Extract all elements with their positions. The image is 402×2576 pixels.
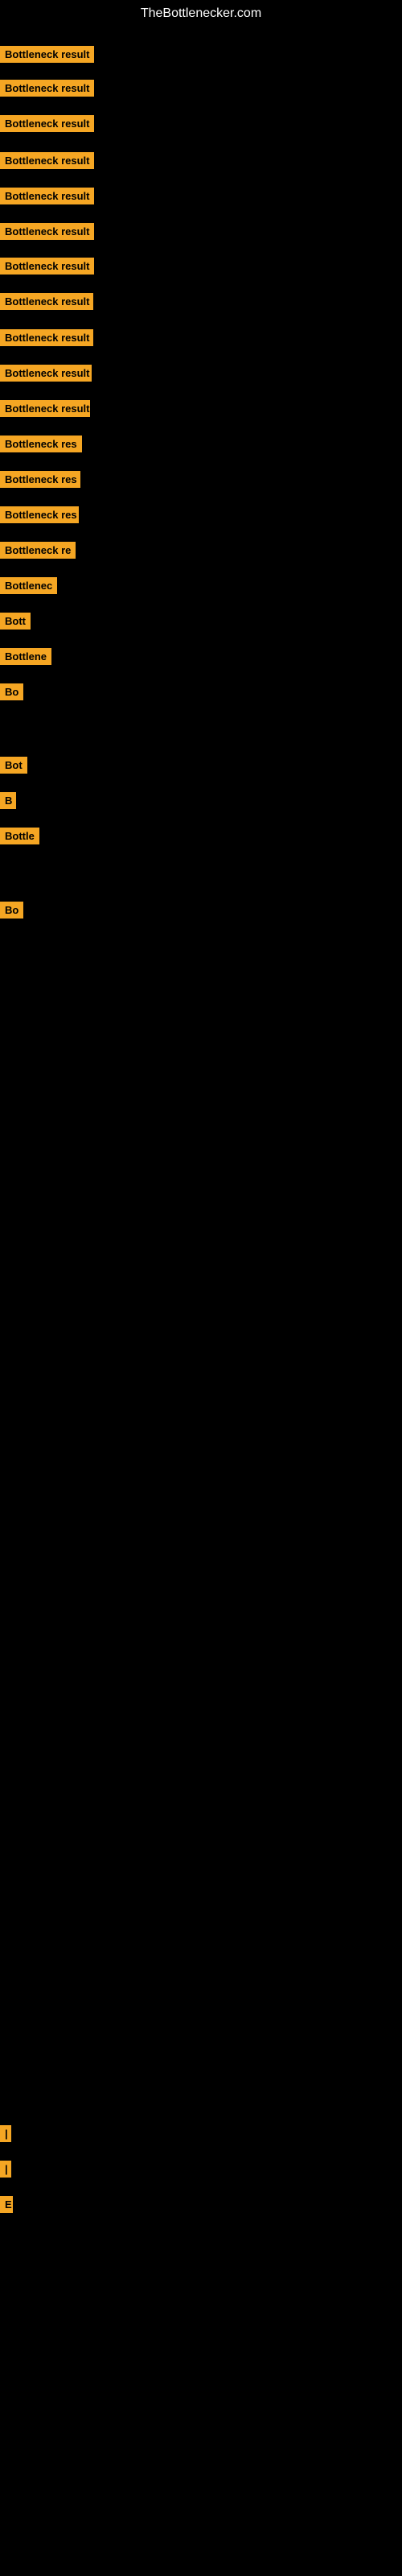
bottleneck-badge-container: Bottleneck result [0, 365, 92, 386]
bottleneck-badge-container: Bottleneck result [0, 46, 94, 67]
bottleneck-badge-container: Bottleneck result [0, 223, 94, 244]
bottleneck-result-badge[interactable]: Bottleneck result [0, 152, 94, 169]
bottleneck-result-badge[interactable]: Bottleneck result [0, 400, 90, 417]
bottleneck-result-badge[interactable]: | [0, 2125, 11, 2142]
bottleneck-result-badge[interactable]: Bot [0, 757, 27, 774]
bottleneck-result-badge[interactable]: Bottleneck res [0, 506, 79, 523]
bottleneck-result-badge[interactable]: Bottleneck result [0, 115, 94, 132]
bottleneck-badge-container: B [0, 792, 16, 813]
bottleneck-result-badge[interactable]: Bottleneck res [0, 436, 82, 452]
bottleneck-badge-container: Bottleneck result [0, 188, 94, 208]
bottleneck-result-badge[interactable]: Bo [0, 902, 23, 919]
bottleneck-badge-container: | [0, 2161, 11, 2182]
bottleneck-badge-container: Bottlene [0, 648, 51, 669]
bottleneck-badge-container: Bottleneck result [0, 152, 94, 173]
bottleneck-result-badge[interactable]: E [0, 2196, 13, 2213]
bottleneck-result-badge[interactable]: Bottleneck result [0, 258, 94, 275]
bottleneck-badge-container: Bo [0, 902, 23, 923]
bottleneck-result-badge[interactable]: Bottleneck result [0, 329, 93, 346]
bottleneck-result-badge[interactable]: Bottleneck result [0, 46, 94, 63]
bottleneck-badge-container: Bottleneck result [0, 115, 94, 136]
bottleneck-result-badge[interactable]: Bottleneck result [0, 223, 94, 240]
bottleneck-badge-container: Bottleneck res [0, 506, 79, 527]
bottleneck-result-badge[interactable]: Bottlene [0, 648, 51, 665]
site-title: TheBottlenecker.com [0, 0, 402, 27]
bottleneck-badge-container: Bottleneck result [0, 400, 90, 421]
bottleneck-result-badge[interactable]: Bottleneck result [0, 365, 92, 382]
bottleneck-result-badge[interactable]: | [0, 2161, 11, 2178]
bottleneck-badge-container: Bott [0, 613, 31, 634]
bottleneck-result-badge[interactable]: B [0, 792, 16, 809]
bottleneck-result-badge[interactable]: Bott [0, 613, 31, 630]
bottleneck-badge-container: Bottleneck result [0, 80, 94, 101]
bottleneck-badge-container: Bottle [0, 828, 39, 848]
bottleneck-result-badge[interactable]: Bottleneck re [0, 542, 76, 559]
bottleneck-result-badge[interactable]: Bottleneck result [0, 188, 94, 204]
bottleneck-result-badge[interactable]: Bottlenec [0, 577, 57, 594]
bottleneck-badge-container: Bottlenec [0, 577, 57, 598]
bottleneck-result-badge[interactable]: Bottle [0, 828, 39, 844]
bottleneck-badge-container: Bot [0, 757, 27, 778]
bottleneck-badge-container: Bo [0, 683, 23, 704]
bottleneck-result-badge[interactable]: Bottleneck result [0, 293, 93, 310]
bottleneck-badge-container: E [0, 2196, 13, 2217]
bottleneck-badge-container: Bottleneck result [0, 329, 93, 350]
bottleneck-badge-container: Bottleneck result [0, 293, 93, 314]
bottleneck-badge-container: | [0, 2125, 11, 2146]
bottleneck-result-badge[interactable]: Bottleneck res [0, 471, 80, 488]
bottleneck-badge-container: Bottleneck result [0, 258, 94, 279]
bottleneck-result-badge[interactable]: Bo [0, 683, 23, 700]
bottleneck-badge-container: Bottleneck res [0, 436, 82, 456]
bottleneck-badge-container: Bottleneck res [0, 471, 80, 492]
bottleneck-badge-container: Bottleneck re [0, 542, 76, 563]
bottleneck-result-badge[interactable]: Bottleneck result [0, 80, 94, 97]
